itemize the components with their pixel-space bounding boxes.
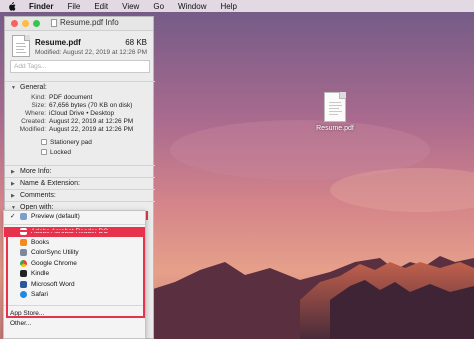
checkbox-icon [41, 149, 47, 155]
word-app-icon [20, 280, 27, 288]
open-with-menu: ✓ Preview (default) Adobe Acrobat Reader… [3, 210, 146, 339]
menu-edit[interactable]: Edit [94, 2, 108, 11]
menu-view[interactable]: View [122, 2, 139, 11]
menu-item-other[interactable]: Other... [4, 319, 145, 330]
acrobat-app-icon [20, 228, 27, 236]
menu-item-colorsync[interactable]: ColorSync Utility [4, 248, 145, 259]
menu-file[interactable]: File [67, 2, 80, 11]
menu-go[interactable]: Go [153, 2, 164, 11]
pdf-document-icon [324, 92, 346, 122]
books-app-icon [20, 238, 27, 246]
file-modified: Modified: August 22, 2019 at 12:26 PM [35, 49, 148, 56]
info-row-created: Created: August 22, 2019 at 12:26 PM [21, 117, 134, 125]
locked-checkbox[interactable]: Locked [5, 147, 155, 157]
menu-window[interactable]: Window [178, 2, 206, 11]
chrome-app-icon [20, 259, 27, 267]
colorsync-app-icon [20, 249, 27, 257]
info-row-size: Size: 67,656 bytes (70 KB on disk) [31, 101, 133, 109]
disclosure-open-icon: ▼ [11, 84, 16, 91]
general-section: ▼ General: Kind: PDF document Size: 67,656… [5, 81, 155, 157]
checkbox-icon [41, 139, 47, 145]
menu-item-app-store[interactable]: App Store... [4, 308, 145, 319]
window-title: Resume.pdf Info [60, 18, 119, 27]
menu-item-word[interactable]: Microsoft Word [4, 279, 145, 290]
pdf-file-icon [12, 35, 30, 57]
disclosure-closed-icon: ▶ [11, 180, 15, 187]
menu-help[interactable]: Help [220, 2, 236, 11]
window-titlebar[interactable]: Resume.pdf Info [5, 17, 153, 31]
stationery-pad-checkbox[interactable]: Stationery pad [5, 137, 155, 147]
tags-field[interactable]: Add Tags... [10, 60, 150, 73]
kindle-app-icon [20, 270, 27, 278]
file-name: Resume.pdf [35, 38, 81, 47]
menu-item-acrobat[interactable]: Adobe Acrobat Reader DC [4, 226, 145, 237]
menu-bar: Finder File Edit View Go Window Help [0, 0, 474, 12]
checkmark-icon: ✓ [10, 213, 16, 221]
desktop-file-resume[interactable]: Resume.pdf [306, 92, 364, 132]
safari-app-icon [20, 291, 27, 299]
info-row-modified: Modified: August 22, 2019 at 12:26 PM [19, 125, 134, 133]
document-proxy-icon[interactable] [51, 18, 57, 27]
preview-app-icon [20, 212, 27, 220]
menu-item-chrome[interactable]: Google Chrome [4, 258, 145, 269]
disclosure-closed-icon: ▶ [11, 168, 15, 175]
file-size: 68 KB [125, 38, 147, 47]
menu-item-safari[interactable]: Safari [4, 290, 145, 301]
info-row-kind: Kind: PDF document [31, 93, 93, 101]
menu-item-books[interactable]: Books [4, 237, 145, 248]
info-row-where: Where: iCloud Drive • Desktop [25, 109, 115, 117]
minimize-button[interactable] [22, 20, 29, 27]
file-header: Resume.pdf 68 KB Modified: August 22, 20… [5, 31, 153, 75]
disclosure-closed-icon: ▶ [11, 192, 15, 199]
menu-item-preview[interactable]: ✓ Preview (default) [4, 211, 145, 222]
name-extension-section[interactable]: ▶ Name & Extension: [5, 177, 155, 189]
menu-item-kindle[interactable]: Kindle [4, 269, 145, 280]
close-button[interactable] [11, 20, 18, 27]
apple-menu-icon[interactable] [8, 1, 17, 11]
desktop-file-label: Resume.pdf [316, 125, 354, 132]
menu-finder[interactable]: Finder [29, 2, 53, 11]
comments-section[interactable]: ▶ Comments: [5, 189, 155, 201]
zoom-button[interactable] [33, 20, 40, 27]
general-section-header[interactable]: ▼ General: [5, 82, 155, 93]
more-info-section[interactable]: ▶ More Info: [5, 165, 155, 177]
